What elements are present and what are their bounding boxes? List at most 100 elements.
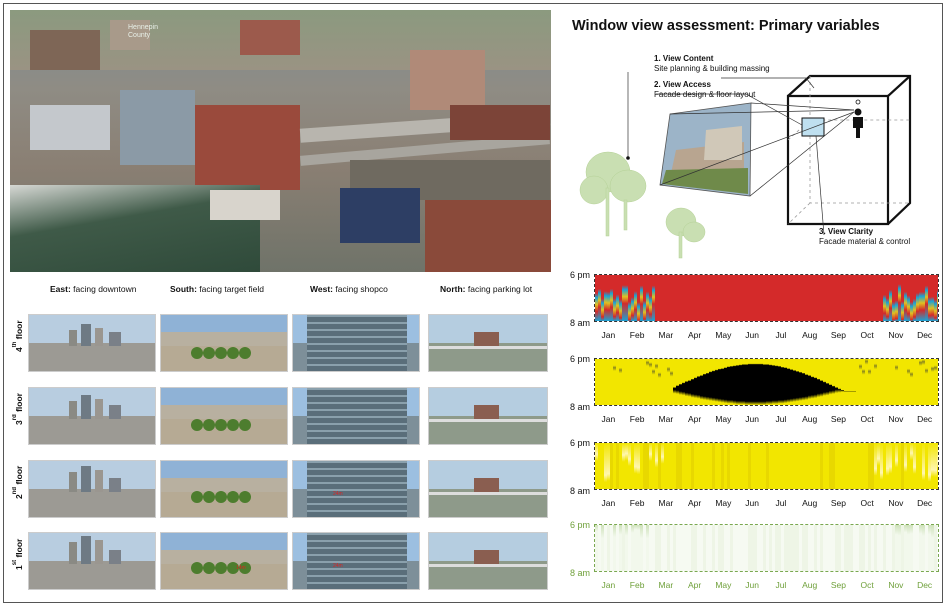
month-label: Sep: [830, 414, 846, 424]
window-view-photo: [428, 387, 548, 445]
month-label: Oct: [860, 330, 874, 340]
aerial-photo: Hennepin County: [10, 10, 551, 272]
label-view-content: 1. View Content Site planning & building …: [654, 54, 770, 73]
y-label-top: 6 pm: [570, 354, 591, 364]
y-label-top: 6 pm: [570, 520, 591, 530]
window-view-photo: [428, 532, 548, 590]
month-label: Nov: [888, 498, 904, 508]
column-header-east: East: facing downtown: [50, 284, 137, 294]
window-view-photo: [160, 314, 288, 372]
month-label: Oct: [860, 414, 874, 424]
heatmap-column: [937, 525, 938, 571]
label-view-clarity: 3. View Clarity Facade material & control: [819, 227, 911, 246]
view-variables-diagram: Window view assessment: Primary variable…: [566, 10, 942, 262]
month-label: Apr: [688, 414, 702, 424]
month-label: Oct: [860, 498, 874, 508]
month-label: Feb: [629, 330, 645, 340]
month-label: Jun: [745, 414, 759, 424]
month-label: Sep: [830, 498, 846, 508]
heatmap-combined: 6 pm 8 am Jan Feb Mar Apr May Jun Jul Aug Sep Oct…: [564, 520, 944, 596]
month-label: Mar: [658, 580, 674, 590]
heatmap-cells: [594, 274, 939, 322]
month-label: Apr: [688, 580, 702, 590]
y-label-top: 6 pm: [570, 270, 591, 280]
month-label: Jan: [601, 330, 616, 340]
row-header-2nd-floor: 2nd floor: [12, 465, 24, 499]
heatmap-column: [937, 443, 938, 489]
month-axis: Jan Feb Mar Apr May Jun Jul Aug Sep Oct Nov Dec: [594, 330, 939, 340]
month-label: Aug: [802, 330, 818, 340]
window-view-photo: [160, 460, 288, 518]
month-label: Jul: [775, 580, 787, 590]
window-view-photo: [28, 460, 156, 518]
window-view-photo: [28, 532, 156, 590]
month-label: Dec: [917, 414, 933, 424]
month-label: Jan: [601, 498, 616, 508]
month-label: Jun: [745, 498, 759, 508]
window-view-photo: 24m: [292, 460, 420, 518]
month-label: Mar: [658, 498, 674, 508]
diagram-graphic: [579, 72, 912, 259]
row-header-3rd-floor: 3rd floor: [12, 393, 24, 425]
month-axis: Jan Feb Mar Apr May Jun Jul Aug Sep Oct Nov Dec: [594, 580, 939, 590]
column-header-north: North: facing parking lot: [440, 284, 533, 294]
window-view-photo: [659, 102, 752, 197]
month-label: May: [715, 580, 732, 590]
month-label: Feb: [629, 580, 645, 590]
label-view-access: 2. View Access Facade design & floor layo…: [654, 80, 756, 99]
month-label: Feb: [629, 498, 645, 508]
month-label: Apr: [688, 498, 702, 508]
month-axis: Jan Feb Mar Apr May Jun Jul Aug Sep Oct Nov Dec: [594, 414, 939, 424]
month-label: Jan: [601, 580, 616, 590]
y-label-bottom: 8 am: [570, 568, 591, 578]
month-label: Mar: [658, 414, 674, 424]
month-label: Mar: [658, 330, 674, 340]
window-view-photo: [28, 314, 156, 372]
month-label: May: [715, 414, 732, 424]
window-view-photo: [160, 387, 288, 445]
month-label: Jun: [745, 580, 759, 590]
month-label: Dec: [917, 498, 933, 508]
heatmap-view-content: 6 pm 8 am Jan Feb Mar Apr May Jun Jul Aug Sep Oct…: [564, 270, 944, 346]
month-label: Sep: [830, 330, 846, 340]
month-label: Nov: [888, 580, 904, 590]
person-icon: [853, 108, 863, 138]
month-axis: Jan Feb Mar Apr May Jun Jul Aug Sep Oct Nov Dec: [594, 498, 939, 508]
row-header-1st-floor: 1st floor: [12, 538, 24, 570]
heatmap-column: [937, 275, 938, 321]
month-label: Nov: [888, 330, 904, 340]
month-label: Aug: [802, 498, 818, 508]
window-view-photo: [28, 387, 156, 445]
month-label: Dec: [917, 580, 933, 590]
heatmap-view-access: 6 pm 8 am Jan Feb Mar Apr May Jun Jul Aug Sep Oct…: [564, 354, 944, 430]
column-header-west: West: facing shopco: [310, 284, 388, 294]
month-label: Apr: [688, 330, 702, 340]
heatmap-view-clarity: 6 pm 8 am Jan Feb Mar Apr May Jun Jul Aug Sep Oct…: [564, 438, 944, 514]
heatmap-column: [937, 359, 938, 405]
window-view-photo: 14m: [160, 532, 288, 590]
heatmap-cells: [594, 442, 939, 490]
column-header-south: South: facing target field: [170, 284, 265, 294]
window-view-grid: East: facing downtown South: facing targ…: [10, 280, 551, 596]
heatmap-cells: [594, 358, 939, 406]
month-label: Jun: [745, 330, 759, 340]
row-header-4th-floor: 4th floor: [12, 320, 24, 352]
month-label: Oct: [860, 580, 874, 590]
y-label-bottom: 8 am: [570, 486, 591, 496]
window-view-photo: 24m: [292, 532, 420, 590]
window-view-photo: [292, 314, 420, 372]
month-label: Feb: [629, 414, 645, 424]
map-label-line1: Hennepin: [128, 24, 158, 31]
window-view-photo: [292, 387, 420, 445]
month-label: Nov: [888, 414, 904, 424]
y-label-bottom: 8 am: [570, 402, 591, 412]
figure-frame: Hennepin County East: facing downtown So…: [3, 3, 943, 603]
month-label: Dec: [917, 330, 933, 340]
month-label: Aug: [802, 414, 818, 424]
window-view-photo: [428, 314, 548, 372]
month-label: May: [715, 498, 732, 508]
y-label-bottom: 8 am: [570, 318, 591, 328]
month-label: Jul: [775, 330, 787, 340]
heatmap-cells: [594, 524, 939, 572]
month-label: Sep: [830, 580, 846, 590]
